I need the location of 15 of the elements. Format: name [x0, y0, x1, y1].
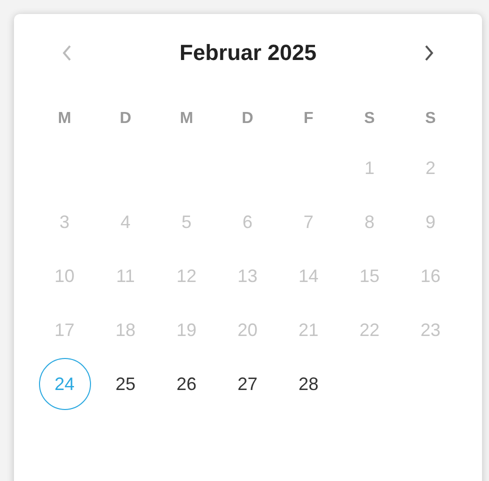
- weekday-label: D: [242, 110, 254, 128]
- day-button[interactable]: 26: [160, 358, 212, 410]
- weekday-label: D: [120, 110, 132, 128]
- weekday-label: F: [304, 110, 314, 128]
- chevron-left-icon: [62, 44, 72, 62]
- weekday-label: S: [364, 110, 375, 128]
- weekday-label: M: [180, 110, 194, 128]
- chevron-right-icon: [424, 44, 434, 62]
- day-button[interactable]: 28: [282, 358, 334, 410]
- day-button[interactable]: 27: [222, 358, 274, 410]
- month-title: Februar 2025: [180, 40, 316, 66]
- weekday-label: M: [58, 110, 72, 128]
- day-button[interactable]: 24: [38, 358, 90, 410]
- day-button[interactable]: 25: [100, 358, 152, 410]
- weekday-label: S: [425, 110, 436, 128]
